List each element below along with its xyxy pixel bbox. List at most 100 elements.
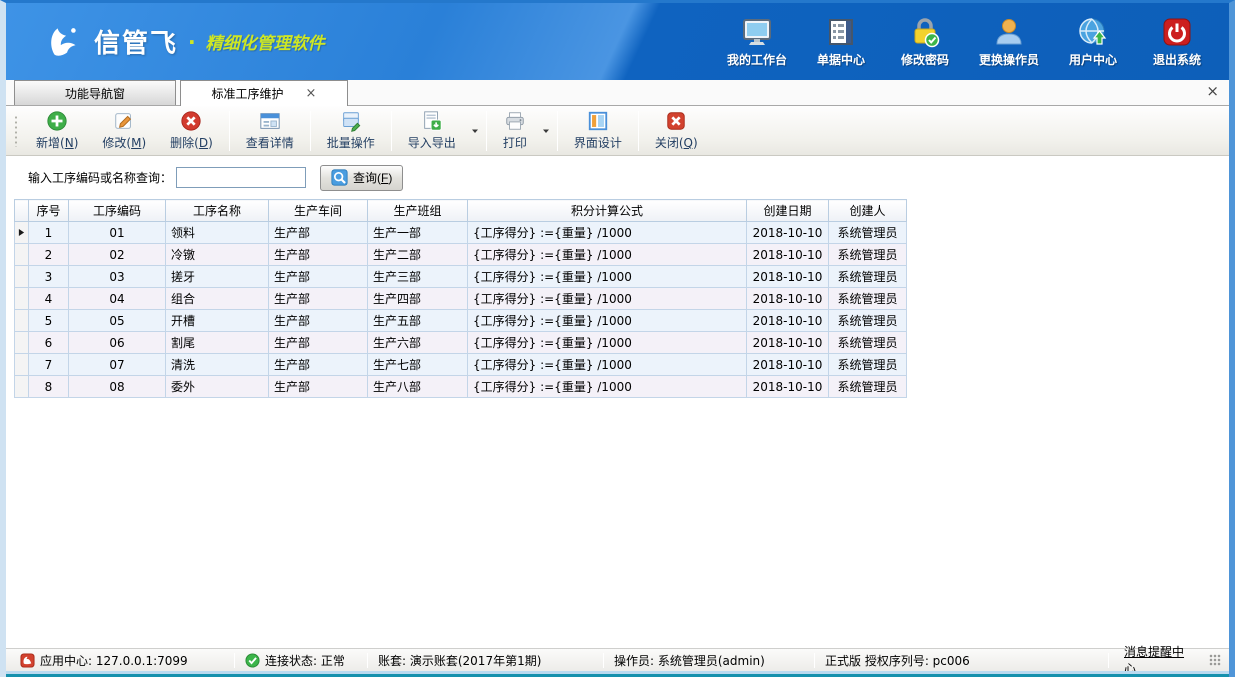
table-cell[interactable]: 生产部 — [269, 354, 368, 376]
table-cell[interactable]: 生产一部 — [368, 222, 468, 244]
table-cell[interactable]: 生产三部 — [368, 266, 468, 288]
table-row[interactable]: 808委外生产部生产八部{工序得分} :={重量} /10002018-10-1… — [15, 376, 907, 398]
table-cell[interactable]: 系统管理员 — [829, 376, 907, 398]
resize-grip[interactable] — [1209, 654, 1221, 666]
row-selector-cell[interactable] — [15, 310, 29, 332]
table-cell[interactable]: {工序得分} :={重量} /1000 — [468, 332, 747, 354]
table-cell[interactable]: 割尾 — [166, 332, 269, 354]
table-cell[interactable]: {工序得分} :={重量} /1000 — [468, 354, 747, 376]
table-cell[interactable]: 系统管理员 — [829, 288, 907, 310]
header-nav-change-password[interactable]: 修改密码 — [889, 14, 961, 70]
row-selector-cell[interactable] — [15, 244, 29, 266]
table-cell[interactable]: 02 — [69, 244, 166, 266]
table-cell[interactable]: 生产部 — [269, 222, 368, 244]
table-cell[interactable]: 生产八部 — [368, 376, 468, 398]
table-cell[interactable]: 生产部 — [269, 266, 368, 288]
table-cell[interactable]: 系统管理员 — [829, 266, 907, 288]
table-cell[interactable]: 清洗 — [166, 354, 269, 376]
table-cell[interactable]: 生产部 — [269, 244, 368, 266]
header-nav-my-workspace[interactable]: 我的工作台 — [721, 14, 793, 70]
current-row-indicator-icon[interactable] — [15, 222, 29, 244]
table-cell[interactable]: 08 — [69, 376, 166, 398]
header-nav-doc-center[interactable]: 单据中心 — [805, 14, 877, 70]
table-cell[interactable]: 7 — [29, 354, 69, 376]
table-cell[interactable]: 1 — [29, 222, 69, 244]
table-row[interactable]: 303搓牙生产部生产三部{工序得分} :={重量} /10002018-10-1… — [15, 266, 907, 288]
table-cell[interactable]: {工序得分} :={重量} /1000 — [468, 376, 747, 398]
table-cell[interactable]: 2 — [29, 244, 69, 266]
column-header[interactable]: 生产车间 — [269, 200, 368, 222]
table-row[interactable]: 505开槽生产部生产五部{工序得分} :={重量} /10002018-10-1… — [15, 310, 907, 332]
column-header[interactable]: 积分计算公式 — [468, 200, 747, 222]
table-cell[interactable]: {工序得分} :={重量} /1000 — [468, 222, 747, 244]
table-cell[interactable]: 3 — [29, 266, 69, 288]
table-cell[interactable]: 2018-10-10 — [747, 266, 829, 288]
table-cell[interactable]: 03 — [69, 266, 166, 288]
table-row[interactable]: 707清洗生产部生产七部{工序得分} :={重量} /10002018-10-1… — [15, 354, 907, 376]
table-cell[interactable]: {工序得分} :={重量} /1000 — [468, 266, 747, 288]
row-selector-cell[interactable] — [15, 354, 29, 376]
column-header[interactable]: 工序名称 — [166, 200, 269, 222]
table-cell[interactable]: 2018-10-10 — [747, 376, 829, 398]
table-cell[interactable]: 系统管理员 — [829, 354, 907, 376]
table-cell[interactable]: 委外 — [166, 376, 269, 398]
row-selector-cell[interactable] — [15, 288, 29, 310]
table-row[interactable]: 404组合生产部生产四部{工序得分} :={重量} /10002018-10-1… — [15, 288, 907, 310]
column-header[interactable]: 生产班组 — [368, 200, 468, 222]
table-cell[interactable]: 8 — [29, 376, 69, 398]
column-header[interactable]: 序号 — [29, 200, 69, 222]
batch-ops-button[interactable]: 批量操作 — [315, 106, 387, 155]
edit-button[interactable]: 修改(M) — [90, 106, 158, 155]
table-cell[interactable]: 冷镦 — [166, 244, 269, 266]
row-selector-cell[interactable] — [15, 266, 29, 288]
table-cell[interactable]: 领料 — [166, 222, 269, 244]
table-cell[interactable]: 开槽 — [166, 310, 269, 332]
table-cell[interactable]: 生产五部 — [368, 310, 468, 332]
tab-standard-process[interactable]: 标准工序维护× — [180, 80, 348, 106]
table-cell[interactable]: 生产六部 — [368, 332, 468, 354]
table-cell[interactable]: 06 — [69, 332, 166, 354]
table-cell[interactable]: 系统管理员 — [829, 332, 907, 354]
add-button[interactable]: 新增(N) — [24, 106, 90, 155]
table-cell[interactable]: 05 — [69, 310, 166, 332]
delete-button[interactable]: 删除(D) — [158, 106, 225, 155]
tabstrip-close-icon[interactable]: × — [1206, 84, 1219, 99]
column-header[interactable]: 工序编码 — [69, 200, 166, 222]
table-cell[interactable]: 01 — [69, 222, 166, 244]
table-cell[interactable]: 5 — [29, 310, 69, 332]
table-cell[interactable]: 04 — [69, 288, 166, 310]
table-cell[interactable]: 生产二部 — [368, 244, 468, 266]
table-cell[interactable]: 生产部 — [269, 288, 368, 310]
table-cell[interactable]: 2018-10-10 — [747, 288, 829, 310]
table-cell[interactable]: 2018-10-10 — [747, 354, 829, 376]
table-cell[interactable]: 搓牙 — [166, 266, 269, 288]
table-cell[interactable]: 4 — [29, 288, 69, 310]
toolbar-drag-handle[interactable] — [14, 115, 18, 147]
table-cell[interactable]: 系统管理员 — [829, 222, 907, 244]
print-dropdown-arrow[interactable] — [539, 111, 553, 151]
print-button[interactable]: 打印 — [491, 106, 539, 155]
close-button[interactable]: 关闭(Q) — [643, 106, 710, 155]
table-cell[interactable]: 组合 — [166, 288, 269, 310]
tab-function-nav[interactable]: 功能导航窗 — [14, 80, 176, 105]
header-nav-user-center[interactable]: 用户中心 — [1057, 14, 1129, 70]
table-cell[interactable]: 生产部 — [269, 310, 368, 332]
table-cell[interactable]: 生产部 — [269, 332, 368, 354]
table-row[interactable]: 101领料生产部生产一部{工序得分} :={重量} /10002018-10-1… — [15, 222, 907, 244]
table-cell[interactable]: 系统管理员 — [829, 244, 907, 266]
header-nav-exit-system[interactable]: 退出系统 — [1141, 14, 1213, 70]
table-cell[interactable]: 生产部 — [269, 376, 368, 398]
table-cell[interactable]: {工序得分} :={重量} /1000 — [468, 288, 747, 310]
search-button[interactable]: 查询(F) — [320, 165, 403, 191]
tab-close-icon[interactable]: × — [306, 87, 317, 100]
view-details-button[interactable]: 查看详情 — [234, 106, 306, 155]
table-cell[interactable]: 2018-10-10 — [747, 310, 829, 332]
table-cell[interactable]: 2018-10-10 — [747, 332, 829, 354]
table-cell[interactable]: 系统管理员 — [829, 310, 907, 332]
table-cell[interactable]: 6 — [29, 332, 69, 354]
import-export-button[interactable]: 导入导出 — [396, 106, 468, 155]
table-cell[interactable]: 2018-10-10 — [747, 244, 829, 266]
table-row[interactable]: 202冷镦生产部生产二部{工序得分} :={重量} /10002018-10-1… — [15, 244, 907, 266]
table-cell[interactable]: 生产七部 — [368, 354, 468, 376]
row-selector-cell[interactable] — [15, 332, 29, 354]
